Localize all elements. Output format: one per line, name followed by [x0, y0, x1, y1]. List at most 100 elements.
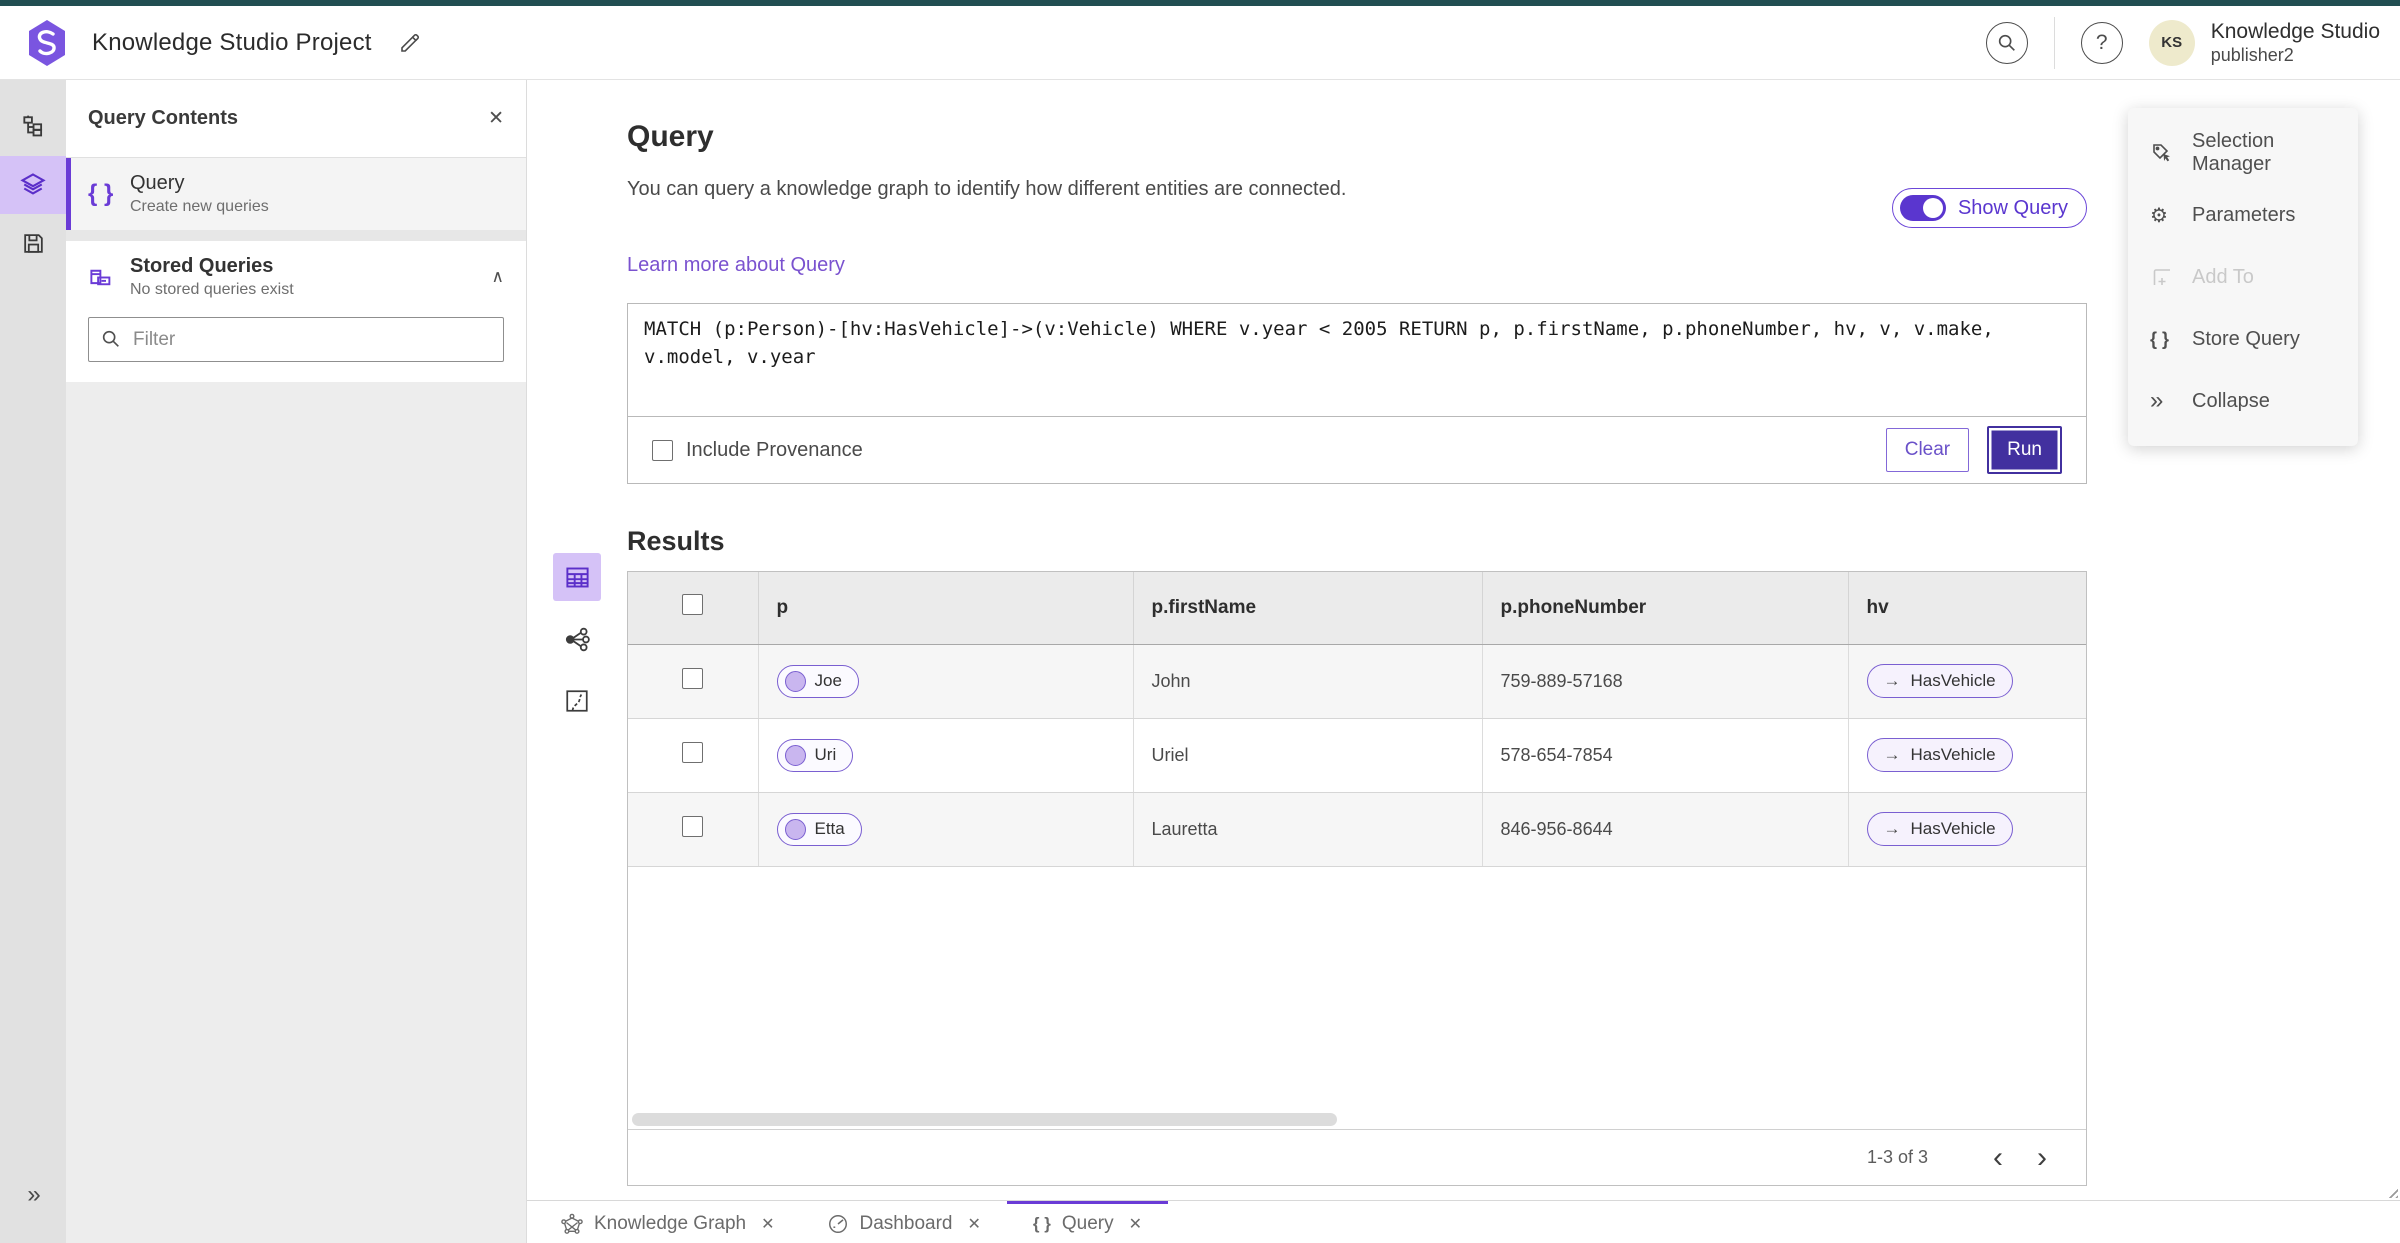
panel-close-icon[interactable]: ✕: [488, 107, 504, 130]
tab-close-icon[interactable]: ✕: [967, 1214, 980, 1234]
parameters-button[interactable]: ⚙ Parameters: [2128, 184, 2358, 246]
row-checkbox[interactable]: [682, 668, 704, 689]
toggle-knob: [1922, 198, 1943, 218]
table-empty-area: [628, 866, 2086, 1109]
panel-divider: [66, 230, 526, 241]
edit-title-icon[interactable]: [398, 31, 422, 55]
hierarchy-icon: [23, 115, 43, 137]
table-row: Uri Uriel 578-654-7854 → HasVehicle: [628, 718, 2086, 793]
left-icon-rail: »: [0, 80, 66, 1243]
cell-firstname: John: [1132, 644, 1482, 719]
graph-view-button[interactable]: [553, 615, 601, 663]
page-prev-icon[interactable]: ‹: [1976, 1142, 2020, 1173]
resize-handle[interactable]: [2385, 1185, 2398, 1198]
learn-more-link[interactable]: Learn more about Query: [627, 254, 845, 277]
toggle-switch[interactable]: [1899, 195, 1946, 221]
selection-manager-button[interactable]: Selection Manager: [2128, 122, 2358, 184]
search-icon: [1998, 34, 2015, 51]
col-header-p[interactable]: p: [757, 572, 1133, 645]
table-view-button[interactable]: [553, 553, 601, 601]
clear-button[interactable]: Clear: [1885, 428, 1970, 472]
panel-item-query[interactable]: { } Query Create new queries: [66, 158, 526, 230]
filter-input[interactable]: [88, 317, 504, 362]
scrollbar-thumb[interactable]: [632, 1112, 1337, 1126]
panel-item-stored-queries[interactable]: Stored Queries No stored queries exist ∧: [88, 255, 504, 299]
tab-close-icon[interactable]: ✕: [1129, 1214, 1142, 1234]
results-title: Results: [627, 526, 725, 556]
run-button[interactable]: Run: [1987, 426, 2062, 474]
node-icon: [784, 744, 806, 766]
show-query-toggle[interactable]: Show Query: [1891, 188, 2087, 228]
cell-firstname: Lauretta: [1132, 792, 1482, 867]
search-button[interactable]: [1985, 21, 2028, 64]
store-query-button[interactable]: { } Store Query: [2128, 308, 2358, 370]
app-logo-icon: [29, 19, 65, 66]
node-pill[interactable]: Etta: [776, 812, 862, 846]
row-checkbox[interactable]: [682, 816, 704, 837]
save-icon: [23, 233, 43, 253]
stored-queries-icon: [88, 264, 130, 291]
relationship-pill[interactable]: → HasVehicle: [1866, 738, 2013, 772]
query-actions-panel: Selection Manager ⚙ Parameters Add To { …: [2128, 108, 2358, 446]
user-role: publisher2: [2210, 44, 2294, 65]
gear-icon: ⚙: [2150, 204, 2168, 227]
tab-close-icon[interactable]: ✕: [761, 1214, 774, 1234]
node-icon: [784, 818, 806, 840]
add-to-icon: [2150, 265, 2176, 289]
help-button[interactable]: ?: [2080, 21, 2123, 64]
arrow-right-icon: →: [1883, 745, 1901, 764]
table-header-row: p p.firstName p.phoneNumber hv: [628, 572, 2086, 645]
col-header-hv[interactable]: hv: [1847, 572, 2086, 645]
relationship-pill[interactable]: → HasVehicle: [1866, 664, 2013, 698]
query-item-subtitle: Create new queries: [130, 198, 269, 215]
results-table-container: p p.firstName p.phoneNumber hv Joe John …: [627, 571, 2087, 1186]
tab-dashboard[interactable]: Dashboard ✕: [801, 1201, 1007, 1243]
results-table: p p.firstName p.phoneNumber hv Joe John …: [628, 572, 2086, 867]
query-editor: MATCH (p:Person)-[hv:HasVehicle]->(v:Veh…: [627, 303, 2398, 1198]
rail-item-layers[interactable]: [0, 156, 66, 214]
row-checkbox[interactable]: [682, 742, 704, 763]
table-view-icon: [565, 567, 589, 587]
header-divider: [2053, 16, 2055, 69]
node-pill[interactable]: Joe: [776, 664, 859, 698]
relationship-pill[interactable]: → HasVehicle: [1866, 812, 2013, 846]
map-view-button[interactable]: [553, 677, 601, 725]
toggle-label: Show Query: [1957, 196, 2068, 219]
user-name: Knowledge Studio: [2210, 19, 2380, 43]
cell-phone: 846-956-8644: [1481, 792, 1848, 867]
pagination-label: 1-3 of 3: [1866, 1147, 1928, 1167]
arrow-right-icon: →: [1883, 819, 1901, 838]
include-provenance-checkbox[interactable]: [652, 439, 673, 461]
add-to-button: Add To: [2128, 246, 2358, 308]
tab-query[interactable]: { } Query ✕: [1006, 1201, 1168, 1243]
tab-knowledge-graph[interactable]: Knowledge Graph ✕: [535, 1201, 801, 1243]
question-icon: ?: [2095, 30, 2108, 54]
app-header: Knowledge Studio Project ? KS Knowledge …: [0, 6, 2400, 80]
braces-icon: { }: [88, 180, 114, 207]
page-next-icon[interactable]: ›: [2020, 1142, 2064, 1173]
node-pill[interactable]: Uri: [776, 738, 854, 772]
node-icon: [784, 670, 806, 692]
user-avatar[interactable]: KS: [2148, 19, 2195, 66]
panel-filler: [66, 382, 526, 1243]
table-row: Etta Lauretta 846-956-8644 → HasVehicle: [628, 792, 2086, 867]
chevron-up-icon[interactable]: ∧: [492, 267, 504, 287]
rail-item-hierarchy[interactable]: [0, 98, 66, 156]
main-area: Query You can query a knowledge graph to…: [527, 80, 2400, 1200]
expand-rail-icon[interactable]: »: [0, 1181, 66, 1209]
bottom-tab-bar: Knowledge Graph ✕ Dashboard ✕ { } Query …: [527, 1200, 2400, 1243]
rail-item-save[interactable]: [0, 214, 66, 272]
query-textarea[interactable]: MATCH (p:Person)-[hv:HasVehicle]->(v:Veh…: [628, 304, 2086, 417]
table-row: Joe John 759-889-57168 → HasVehicle: [628, 644, 2086, 719]
collapse-button[interactable]: » Collapse: [2128, 370, 2358, 432]
query-contents-panel: Query Contents ✕ { } Query Create new qu…: [66, 80, 527, 1243]
col-header-phonenumber[interactable]: p.phoneNumber: [1481, 572, 1848, 645]
horizontal-scrollbar[interactable]: [628, 1109, 2086, 1129]
cell-phone: 578-654-7854: [1481, 718, 1848, 793]
include-provenance-label: Include Provenance: [686, 438, 863, 461]
selected-indicator: [66, 158, 71, 230]
map-view-icon: [566, 690, 588, 712]
page-title: Query: [627, 120, 714, 153]
select-all-checkbox[interactable]: [682, 594, 704, 616]
col-header-firstname[interactable]: p.firstName: [1132, 572, 1482, 645]
